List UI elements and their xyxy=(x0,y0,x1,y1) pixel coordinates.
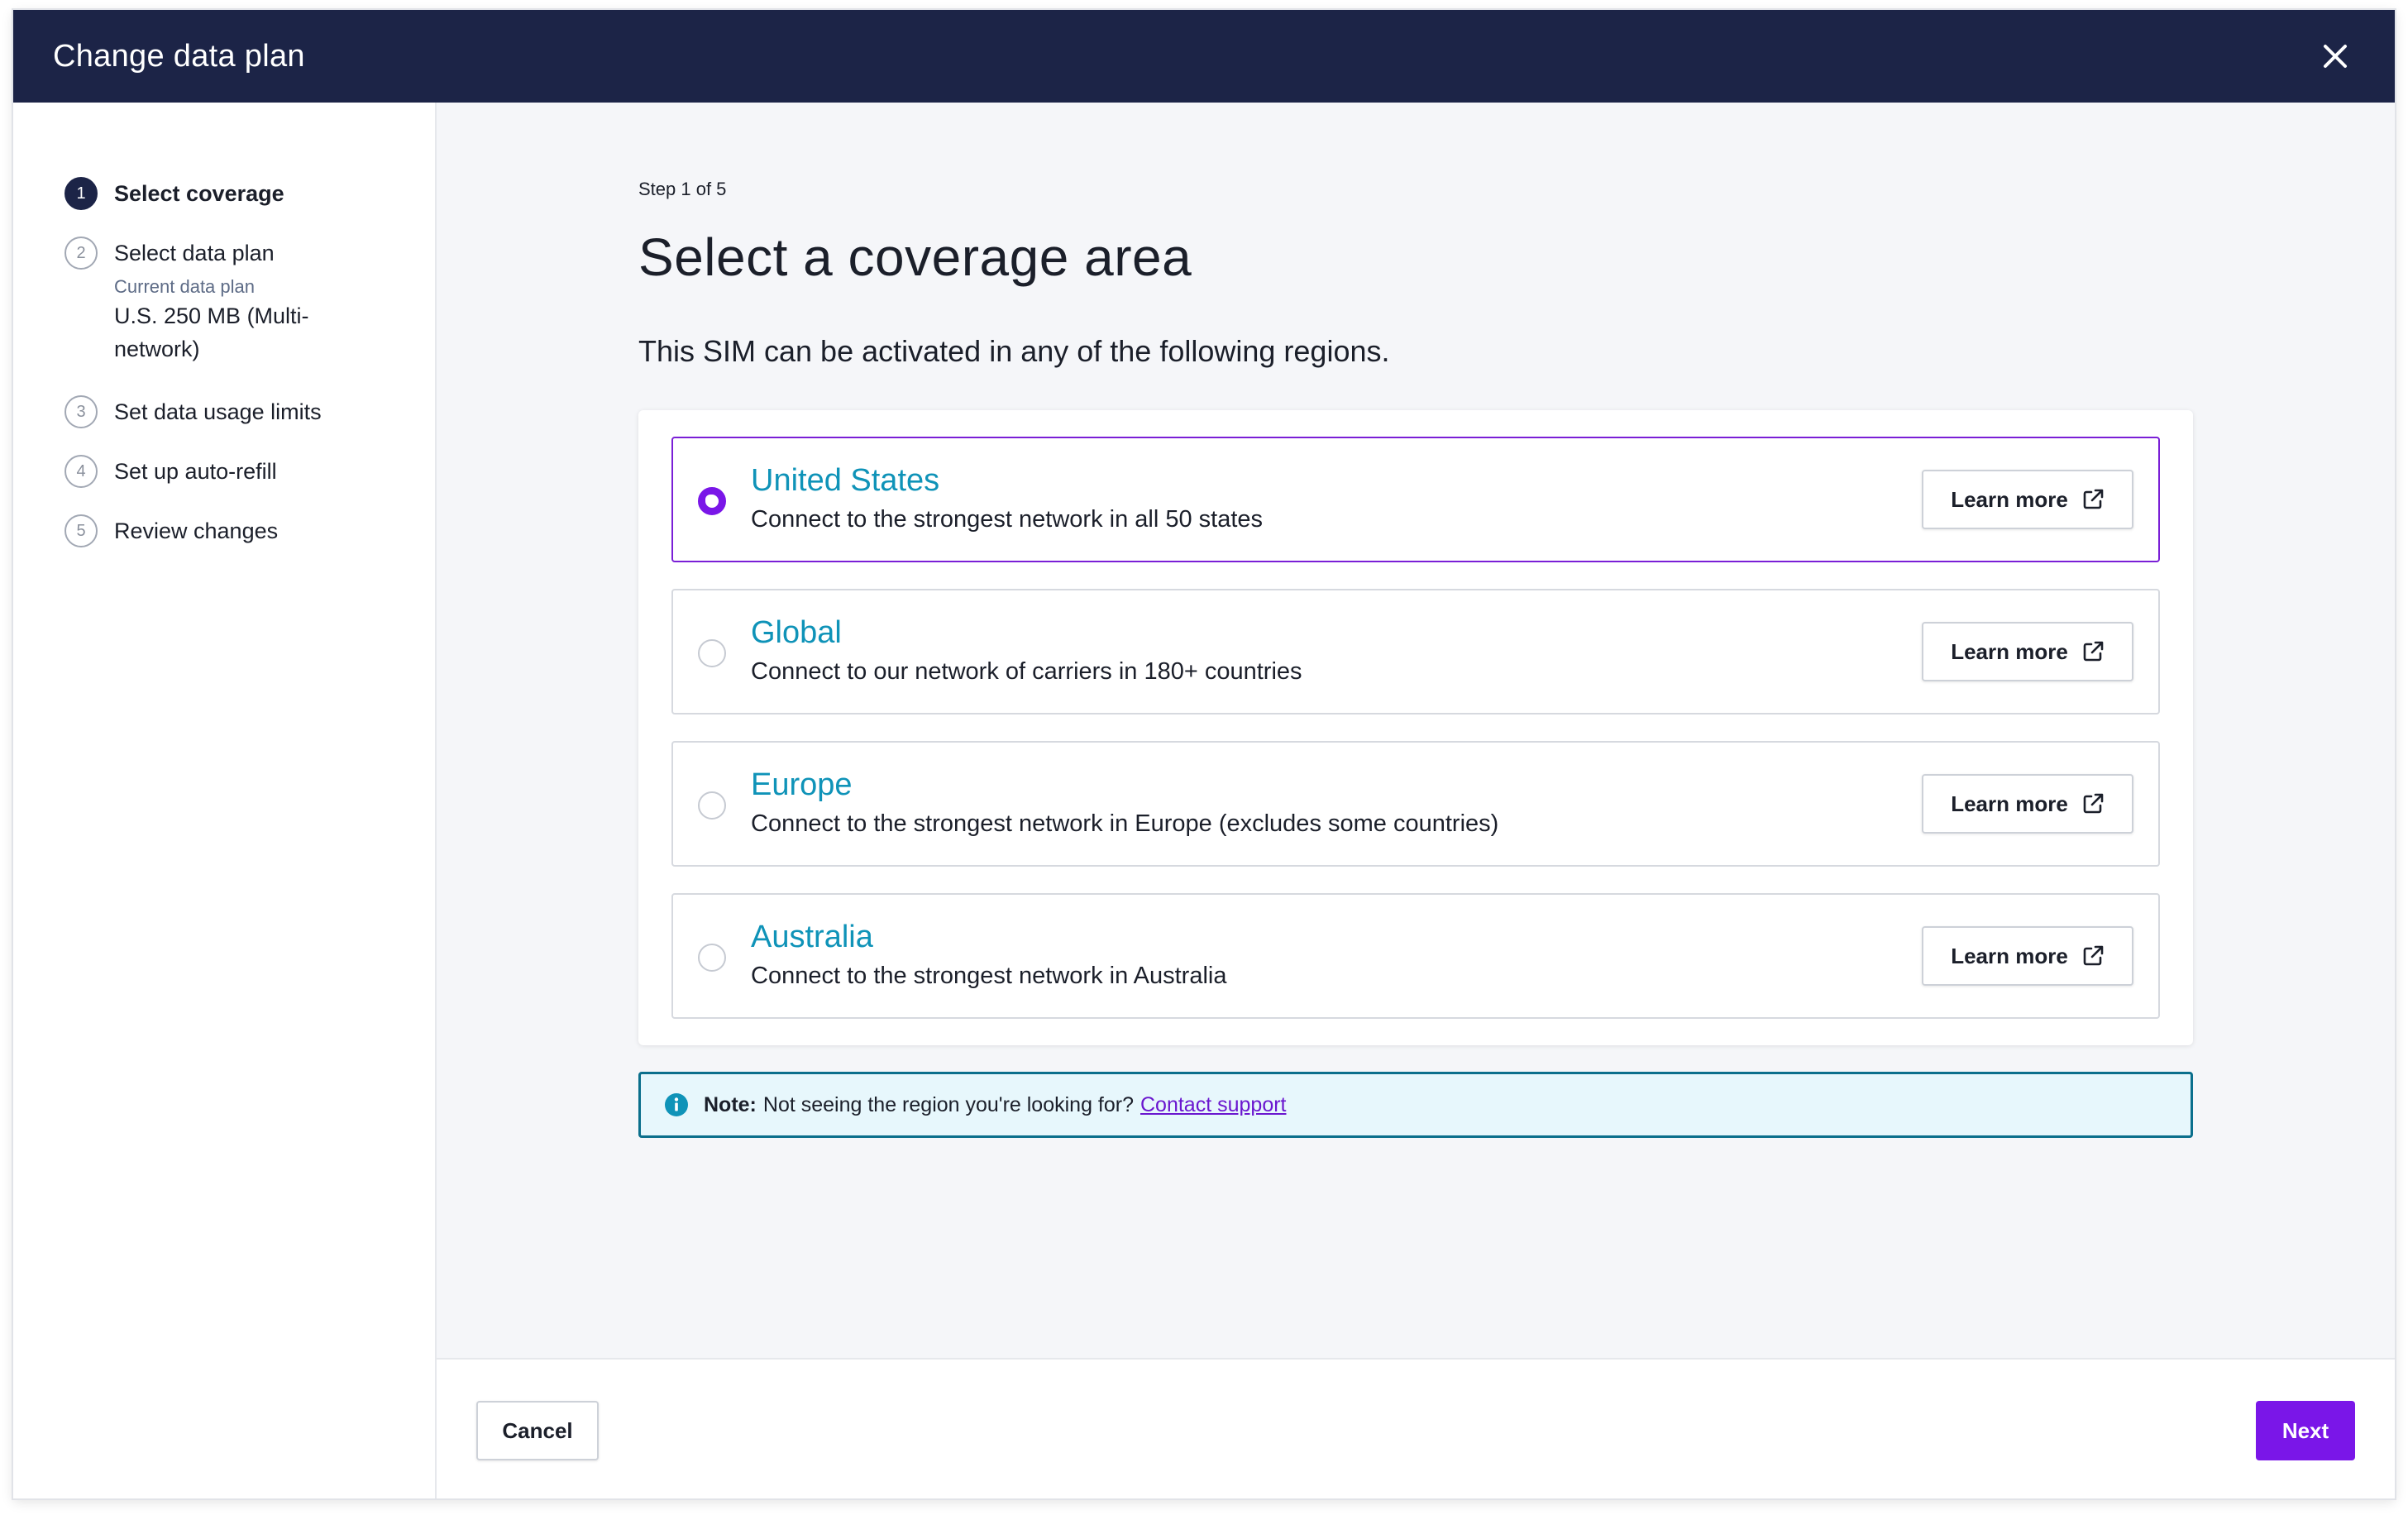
modal-header: Change data plan xyxy=(13,10,2395,103)
radio-button-checked[interactable] xyxy=(698,487,726,515)
learn-more-button[interactable]: Learn more xyxy=(1922,926,2133,986)
learn-more-label: Learn more xyxy=(1951,486,2068,512)
option-description: Connect to the strongest network in Aust… xyxy=(751,963,1227,989)
info-icon xyxy=(665,1093,688,1116)
step-label: Set data usage limits xyxy=(114,399,322,424)
page-subtitle: This SIM can be activated in any of the … xyxy=(638,334,1390,368)
option-title: Global xyxy=(751,615,842,650)
cancel-button[interactable]: Cancel xyxy=(476,1401,599,1460)
contact-support-link[interactable]: Contact support xyxy=(1140,1093,1287,1117)
external-link-icon xyxy=(2083,793,2104,814)
learn-more-button[interactable]: Learn more xyxy=(1922,470,2133,529)
option-description: Connect to the strongest network in all … xyxy=(751,506,1264,533)
step-number-badge: 4 xyxy=(64,455,98,488)
step-label: Review changes xyxy=(114,519,279,543)
step-number-badge: 2 xyxy=(64,237,98,270)
option-title: Europe xyxy=(751,767,853,802)
close-icon xyxy=(2324,45,2347,68)
current-plan-label: Current data plan xyxy=(114,276,255,297)
external-link-icon xyxy=(2083,641,2104,662)
radio-button[interactable] xyxy=(698,944,726,972)
sidebar-step-select-data-plan[interactable]: 2 Select data plan Current data plan U.S… xyxy=(64,237,346,366)
sidebar-step-set-up-auto-refill[interactable]: 4 Set up auto-refill xyxy=(64,455,277,488)
step-number-badge: 3 xyxy=(64,395,98,428)
learn-more-button[interactable]: Learn more xyxy=(1922,774,2133,834)
radio-button[interactable] xyxy=(698,639,726,667)
learn-more-label: Learn more xyxy=(1951,791,2068,816)
main-content: Step 1 of 5 Select a coverage area This … xyxy=(437,103,2395,1358)
radio-button[interactable] xyxy=(698,791,726,820)
option-title: Australia xyxy=(751,920,873,954)
step-label: Select data plan xyxy=(114,241,275,265)
note-label: Note: xyxy=(704,1092,757,1116)
next-button[interactable]: Next xyxy=(2256,1401,2355,1460)
coverage-options-card: United States Connect to the strongest n… xyxy=(638,410,2193,1045)
learn-more-button[interactable]: Learn more xyxy=(1922,622,2133,681)
external-link-icon xyxy=(2083,945,2104,966)
step-number-badge: 5 xyxy=(64,514,98,547)
step-indicator: Step 1 of 5 xyxy=(638,179,727,199)
option-description: Connect to our network of carriers in 18… xyxy=(751,658,1302,685)
note-text: Not seeing the region you're looking for… xyxy=(762,1092,1134,1116)
page-title: Select a coverage area xyxy=(638,227,1192,287)
modal-title: Change data plan xyxy=(53,38,305,74)
coverage-option-australia[interactable]: Australia Connect to the strongest netwo… xyxy=(671,893,2160,1019)
step-sidebar: 1 Select coverage 2 Select data plan Cur… xyxy=(13,103,437,1498)
learn-more-label: Learn more xyxy=(1951,638,2068,664)
close-button[interactable] xyxy=(2319,40,2352,73)
coverage-option-united-states[interactable]: United States Connect to the strongest n… xyxy=(671,437,2160,562)
step-label: Set up auto-refill xyxy=(114,459,277,484)
option-description: Connect to the strongest network in Euro… xyxy=(751,810,1499,837)
sidebar-step-set-data-usage-limits[interactable]: 3 Set data usage limits xyxy=(64,395,322,428)
step-number-badge: 1 xyxy=(64,177,98,210)
coverage-option-global[interactable]: Global Connect to our network of carrier… xyxy=(671,589,2160,714)
sidebar-step-review-changes[interactable]: 5 Review changes xyxy=(64,514,278,547)
current-plan-value: U.S. 250 MB (Multi-network) xyxy=(114,303,309,361)
option-title: United States xyxy=(751,463,940,498)
change-data-plan-modal: Change data plan 1 Select coverage 2 Sel… xyxy=(13,10,2395,1498)
step-label: Select coverage xyxy=(114,181,284,206)
sidebar-step-select-coverage[interactable]: 1 Select coverage xyxy=(64,177,284,210)
learn-more-label: Learn more xyxy=(1951,943,2068,968)
modal-footer: Cancel Next xyxy=(437,1358,2395,1498)
external-link-icon xyxy=(2083,489,2104,509)
note-banner: Note: Not seeing the region you're looki… xyxy=(638,1072,2193,1138)
coverage-option-europe[interactable]: Europe Connect to the strongest network … xyxy=(671,741,2160,867)
